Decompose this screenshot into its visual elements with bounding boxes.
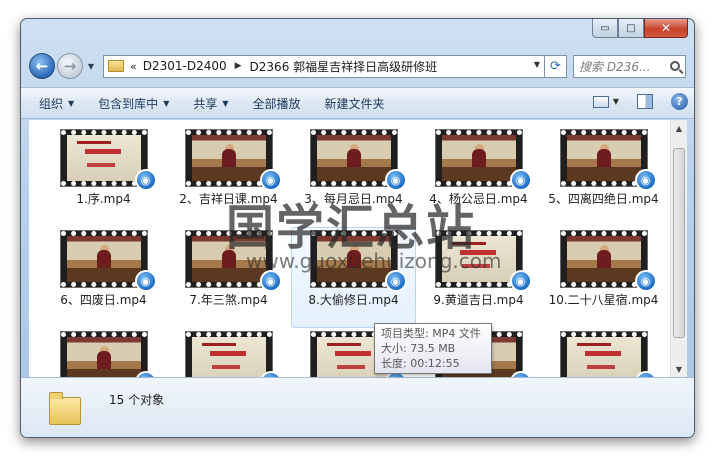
scroll-down-icon[interactable]: ▼ <box>671 361 687 377</box>
folder-icon <box>108 60 124 72</box>
breadcrumb: D2301-D2400 ▶ D2366 郭福星吉祥择日高级研修班 <box>143 58 437 75</box>
organize-label: 组织 <box>39 96 64 111</box>
video-thumbnail: ◉ <box>59 230 157 292</box>
folder-icon <box>49 392 81 425</box>
item-count: 15 个对象 <box>109 393 165 407</box>
details-pane: 15 个对象 <box>21 377 694 437</box>
forward-button[interactable]: → <box>57 53 83 79</box>
change-view-icon[interactable] <box>592 95 609 108</box>
media-player-icon: ◉ <box>634 169 657 191</box>
search-placeholder: 搜索 D236... <box>579 59 651 74</box>
include-in-library-label: 包含到库中 <box>98 96 159 111</box>
refresh-button[interactable]: ⟳ <box>545 54 567 78</box>
breadcrumb-item[interactable]: D2301-D2400 <box>143 59 227 73</box>
chevron-down-icon: ▼ <box>68 98 75 108</box>
play-all-button[interactable]: 全部播放 <box>253 95 301 112</box>
new-folder-button[interactable]: 新建文件夹 <box>325 95 385 112</box>
refresh-icon: ⟳ <box>550 58 561 74</box>
tooltip-length: 长度: 00:12:55 <box>381 357 460 370</box>
media-player-icon: ◉ <box>134 270 157 292</box>
breadcrumb-item[interactable]: D2366 郭福星吉祥择日高级研修班 <box>250 58 438 75</box>
watermark-text: 国学汇总站 <box>226 200 477 256</box>
media-player-icon: ◉ <box>134 169 157 191</box>
arrow-right-icon: → <box>63 57 77 75</box>
file-name: 10.二十八星宿.mp4 <box>548 293 659 307</box>
file-name: 5、四离四绝日.mp4 <box>548 192 659 206</box>
maximize-button[interactable]: □ <box>618 19 644 38</box>
video-thumbnail: ◉ <box>184 331 282 377</box>
file-name: 6、四废日.mp4 <box>60 293 147 307</box>
toolbar-right: ▼ ? <box>592 93 688 110</box>
play-all-label: 全部播放 <box>252 96 301 111</box>
file-name: 9.黄道吉日.mp4 <box>433 293 524 307</box>
scrollbar-thumb[interactable] <box>673 148 685 338</box>
search-input[interactable]: 搜索 D236... <box>573 54 686 78</box>
arrow-left-icon: ← <box>35 57 49 75</box>
include-in-library-menu[interactable]: 包含到库中 ▼ <box>98 95 169 112</box>
media-player-icon: ◉ <box>509 169 532 191</box>
media-player-icon: ◉ <box>634 270 657 292</box>
close-button[interactable]: ✕ <box>644 19 688 38</box>
tooltip-size: 大小: 73.5 MB <box>381 342 456 355</box>
file-item[interactable]: ◉ 1.序.mp4 <box>41 126 166 227</box>
organize-menu[interactable]: 组织 ▼ <box>39 95 74 112</box>
video-thumbnail: ◉ <box>309 129 407 191</box>
tooltip-type: 项目类型: MP4 文件 <box>381 327 481 340</box>
watermark-url: www.guoxuehuizong.com <box>246 249 502 273</box>
video-thumbnail: ◉ <box>434 129 532 191</box>
minimize-button[interactable]: ▭ <box>592 19 618 38</box>
file-item[interactable]: ◉ <box>166 328 291 377</box>
media-player-icon: ◉ <box>509 270 532 292</box>
media-player-icon: ◉ <box>384 270 407 292</box>
video-thumbnail: ◉ <box>59 129 157 191</box>
recent-pages-button[interactable]: ▼ <box>85 62 97 71</box>
file-item[interactable]: ◉ 5、四离四绝日.mp4 <box>541 126 666 227</box>
address-bar[interactable]: « D2301-D2400 ▶ D2366 郭福星吉祥择日高级研修班 ▼ <box>103 54 545 78</box>
file-name: 7.年三煞.mp4 <box>189 293 268 307</box>
scroll-up-icon[interactable]: ▲ <box>671 120 687 136</box>
file-item[interactable]: ◉ 10.二十八星宿.mp4 <box>541 227 666 328</box>
overflow-chevron-icon[interactable]: « <box>130 60 137 73</box>
video-thumbnail: ◉ <box>559 331 657 377</box>
search-icon <box>670 61 680 71</box>
video-thumbnail: ◉ <box>184 129 282 191</box>
new-folder-label: 新建文件夹 <box>324 96 385 111</box>
caption-buttons: ▭ □ ✕ <box>592 19 688 38</box>
chevron-down-icon: ▼ <box>222 98 229 108</box>
command-bar: 组织 ▼ 包含到库中 ▼ 共享 ▼ 全部播放 新建文件夹 ▼ ? <box>21 87 694 119</box>
video-thumbnail: ◉ <box>59 331 157 377</box>
share-menu[interactable]: 共享 ▼ <box>193 95 228 112</box>
file-item[interactable]: ◉ <box>541 328 666 377</box>
help-icon[interactable]: ? <box>671 93 688 110</box>
chevron-down-icon[interactable]: ▼ <box>534 60 540 69</box>
chevron-down-icon[interactable]: ▼ <box>613 97 619 106</box>
vertical-scrollbar[interactable]: ▲ ▼ <box>670 120 687 377</box>
video-thumbnail: ◉ <box>559 230 657 292</box>
back-button[interactable]: ← <box>29 53 55 79</box>
chevron-down-icon: ▼ <box>163 98 170 108</box>
media-player-icon: ◉ <box>259 270 282 292</box>
address-row: ← → ▼ « D2301-D2400 ▶ D2366 郭福星吉祥择日高级研修班… <box>29 51 686 81</box>
chevron-right-icon[interactable]: ▶ <box>235 61 242 71</box>
file-name: 8.大偷修日.mp4 <box>308 293 399 307</box>
video-thumbnail: ◉ <box>559 129 657 191</box>
preview-pane-icon[interactable] <box>637 94 653 109</box>
file-item[interactable]: ◉ <box>41 328 166 377</box>
file-item[interactable]: ◉ 6、四废日.mp4 <box>41 227 166 328</box>
file-name: 1.序.mp4 <box>76 192 131 206</box>
share-label: 共享 <box>193 96 218 111</box>
file-tooltip: 项目类型: MP4 文件 大小: 73.5 MB 长度: 00:12:55 <box>374 323 492 374</box>
